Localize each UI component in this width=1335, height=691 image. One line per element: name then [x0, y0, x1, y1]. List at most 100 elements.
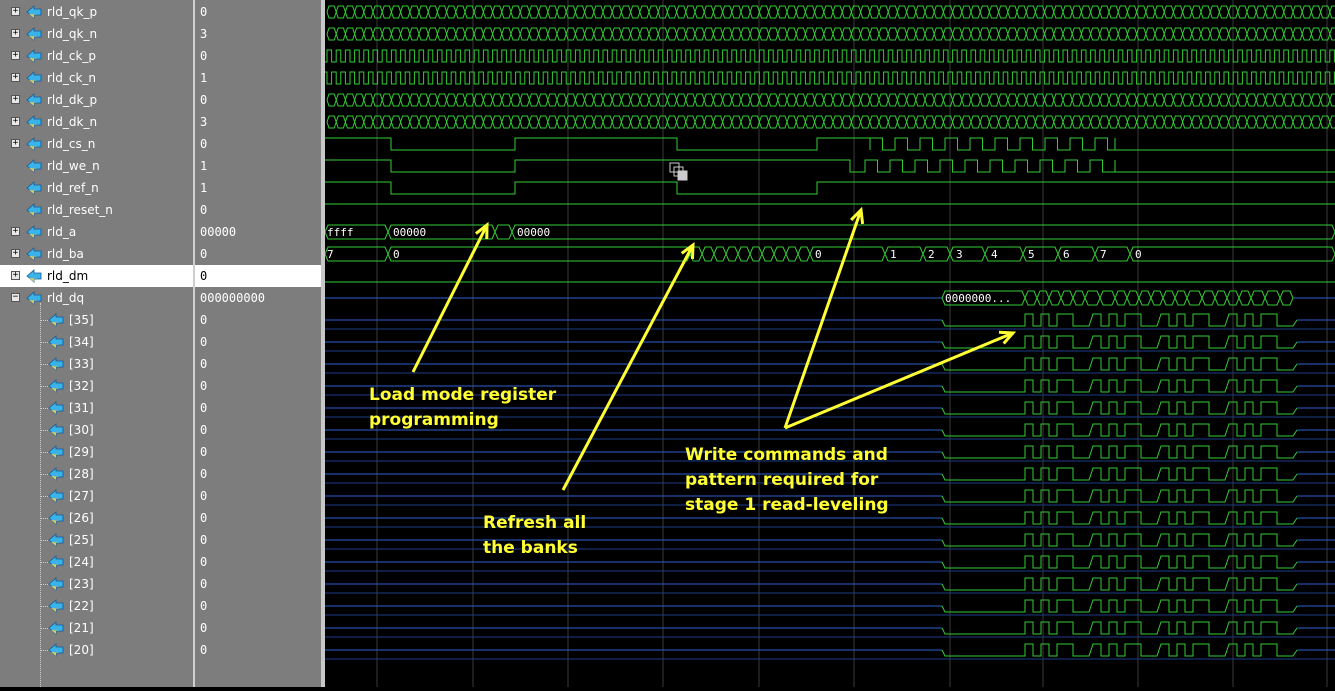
- bus-signal-icon: [26, 5, 42, 19]
- signal-row[interactable]: rld_we_n: [0, 155, 193, 177]
- signal-row[interactable]: [27]: [0, 485, 193, 507]
- bus-segment: [785, 246, 799, 262]
- bit-trace: [941, 577, 1298, 591]
- signal-row[interactable]: rld_ref_n: [0, 177, 193, 199]
- signal-value: 0: [200, 555, 208, 569]
- signal-row[interactable]: − rld_dq: [0, 287, 193, 309]
- expand-icon[interactable]: +: [11, 95, 20, 104]
- bus-signal-icon: [26, 225, 42, 239]
- expand-icon[interactable]: +: [11, 249, 20, 258]
- signal-row[interactable]: [35]: [0, 309, 193, 331]
- bus-segment: [1250, 290, 1266, 306]
- bit-trace: [941, 445, 1298, 459]
- signal-name: [21]: [69, 621, 94, 635]
- bus-value-label: 7: [327, 248, 334, 261]
- bus-segment: [387, 246, 691, 262]
- signal-row[interactable]: [30]: [0, 419, 193, 441]
- signal-value: 0: [200, 313, 208, 327]
- signal-row[interactable]: + rld_cs_n: [0, 133, 193, 155]
- expand-icon[interactable]: +: [11, 117, 20, 126]
- bus-segment: [1084, 290, 1101, 306]
- signal-row[interactable]: + rld_ck_p: [0, 45, 193, 67]
- bus-segment: [1264, 290, 1281, 306]
- signal-row[interactable]: [26]: [0, 507, 193, 529]
- bus-segment: [1214, 290, 1228, 306]
- expand-icon[interactable]: +: [11, 29, 20, 38]
- signal-name: rld_reset_n: [47, 203, 113, 217]
- waveform-canvas[interactable]: ffff 00000 00000 7 0 0 1 2 3 4 5 6 7 0 0000000...: [324, 0, 1335, 687]
- annotation-line: stage 1 read-leveling: [685, 495, 889, 515]
- signal-name: rld_dm: [47, 269, 89, 283]
- bus-value-label: 3: [956, 248, 963, 261]
- signal-row[interactable]: + rld_dk_n: [0, 111, 193, 133]
- bus-segment: [1072, 290, 1086, 306]
- signal-values-pane: 0 3 0 1 0 3 0 1 1 0 00000 0 0 000000000 0 0 0 0 0 0 0 0 0 0 0 0 0 0…: [193, 0, 321, 687]
- signal-row[interactable]: + rld_qk_p: [0, 1, 193, 23]
- signal-value: 0: [200, 621, 208, 635]
- bus-signal-icon: [26, 71, 42, 85]
- wire-signal-icon: [48, 357, 64, 371]
- annotation-line: Load mode register: [369, 385, 557, 405]
- bit-trace: [941, 423, 1298, 437]
- signal-value: 0: [200, 203, 208, 217]
- signal-row[interactable]: + rld_dm: [0, 265, 193, 287]
- signal-row[interactable]: [33]: [0, 353, 193, 375]
- bus-segment: [1114, 290, 1128, 306]
- signal-name: rld_ck_n: [47, 71, 97, 85]
- bus-segment: [725, 246, 739, 262]
- signal-name: [29]: [69, 445, 94, 459]
- signal-row[interactable]: [23]: [0, 573, 193, 595]
- bit-trace: [941, 357, 1298, 371]
- expand-icon[interactable]: +: [11, 7, 20, 16]
- bus-signal-icon: [26, 247, 42, 261]
- expand-icon[interactable]: +: [11, 227, 20, 236]
- collapse-icon[interactable]: −: [11, 293, 20, 302]
- signal-name: [34]: [69, 335, 94, 349]
- signal-row[interactable]: + rld_a: [0, 221, 193, 243]
- expand-icon[interactable]: +: [11, 73, 20, 82]
- signal-name: rld_dk_p: [47, 93, 98, 107]
- bus-value-label: 4: [991, 248, 998, 261]
- signal-row[interactable]: [20]: [0, 639, 193, 661]
- tree-line: [40, 303, 41, 687]
- signal-row[interactable]: + rld_ck_n: [0, 67, 193, 89]
- expand-icon[interactable]: +: [11, 139, 20, 148]
- signal-trace: [325, 137, 1335, 151]
- bit-trace: [941, 621, 1298, 635]
- signal-row[interactable]: rld_reset_n: [0, 199, 193, 221]
- signal-trace: [326, 93, 1335, 107]
- signal-name: rld_a: [47, 225, 77, 239]
- bus-signal-icon: [26, 137, 42, 151]
- signal-row[interactable]: [31]: [0, 397, 193, 419]
- signal-row[interactable]: [34]: [0, 331, 193, 353]
- expand-icon[interactable]: +: [11, 51, 20, 60]
- waveform-pane[interactable]: ffff 00000 00000 7 0 0 1 2 3 4 5 6 7 0 0000000... Load…: [324, 0, 1335, 687]
- bus-segment: [1201, 290, 1216, 306]
- signal-row[interactable]: [28]: [0, 463, 193, 485]
- signal-value: 000000000: [200, 291, 266, 305]
- bus-value-label: 2: [928, 248, 935, 261]
- signal-row[interactable]: + rld_ba: [0, 243, 193, 265]
- wire-signal-icon: [48, 577, 64, 591]
- signal-names-pane: + rld_qk_p + rld_qk_n + rld_ck_p + rld_ck_n + rld…: [0, 0, 193, 687]
- expand-icon[interactable]: +: [11, 271, 20, 280]
- bit-trace: [941, 313, 1298, 327]
- signal-value: 0: [200, 423, 208, 437]
- bus-segment: [1174, 290, 1188, 306]
- signal-row[interactable]: + rld_qk_n: [0, 23, 193, 45]
- signal-row[interactable]: [21]: [0, 617, 193, 639]
- signal-value: 00000: [200, 225, 237, 239]
- signal-row[interactable]: [24]: [0, 551, 193, 573]
- bus-segment: [1238, 290, 1252, 306]
- signal-row[interactable]: + rld_dk_p: [0, 89, 193, 111]
- wire-signal-icon: [48, 621, 64, 635]
- signal-value: 0: [200, 379, 208, 393]
- bus-segment: [1186, 290, 1203, 306]
- signal-row[interactable]: [32]: [0, 375, 193, 397]
- bus-segment: [701, 246, 715, 262]
- signal-row[interactable]: [22]: [0, 595, 193, 617]
- signal-name: [25]: [69, 533, 94, 547]
- signal-row[interactable]: [29]: [0, 441, 193, 463]
- bus-value-label: 0: [1135, 248, 1142, 261]
- signal-row[interactable]: [25]: [0, 529, 193, 551]
